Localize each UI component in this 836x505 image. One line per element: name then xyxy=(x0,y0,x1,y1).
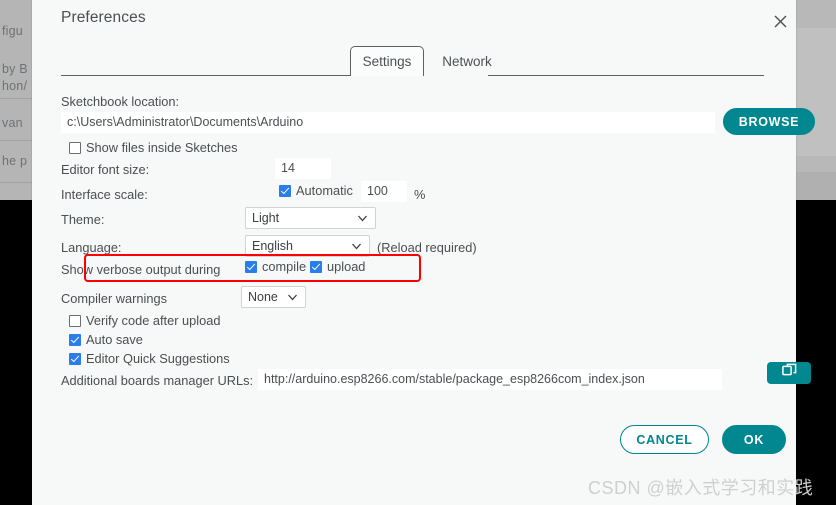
tab-baseline-left xyxy=(61,75,350,76)
editor-quick-suggestions-row[interactable]: Editor Quick Suggestions xyxy=(69,351,230,366)
preferences-dialog: Preferences Settings Network Sketchbook … xyxy=(32,0,815,505)
cancel-button-label: CANCEL xyxy=(636,432,693,447)
language-reload-note: (Reload required) xyxy=(377,240,477,255)
compiler-warnings-value: None xyxy=(248,290,278,304)
sketchbook-location-label: Sketchbook location: xyxy=(61,94,180,109)
verbose-compile-checkbox[interactable] xyxy=(245,260,257,273)
verbose-output-label: Show verbose output during xyxy=(61,262,221,277)
theme-label: Theme: xyxy=(61,212,105,227)
chevron-down-icon xyxy=(287,292,298,306)
auto-save-checkbox[interactable] xyxy=(69,333,81,346)
watermark: CSDN @嵌入式学习和实践 xyxy=(588,478,814,498)
additional-urls-edit-button[interactable] xyxy=(767,362,811,384)
compiler-warnings-label: Compiler warnings xyxy=(61,291,167,306)
background-panel-right-inner xyxy=(796,28,836,156)
auto-save-row[interactable]: Auto save xyxy=(69,332,143,347)
language-label: Language: xyxy=(61,240,122,255)
editor-quick-suggestions-label: Editor Quick Suggestions xyxy=(86,351,230,366)
theme-select[interactable]: Light xyxy=(245,207,376,229)
tab-network-label: Network xyxy=(442,54,492,69)
verbose-compile-row[interactable]: compile xyxy=(245,259,306,274)
background-panel-right-footer xyxy=(796,172,836,200)
ok-button[interactable]: OK xyxy=(722,425,786,454)
interface-scale-automatic-label: Automatic xyxy=(296,183,353,198)
background-text-line-2: by B xyxy=(2,62,28,76)
background-divider-3 xyxy=(0,182,32,183)
tab-settings-label: Settings xyxy=(362,54,412,69)
verbose-upload-checkbox[interactable] xyxy=(310,260,322,273)
browse-button-label: BROWSE xyxy=(738,114,800,129)
chevron-down-icon xyxy=(357,213,368,227)
background-text-line-5: he p xyxy=(2,154,28,168)
cancel-button[interactable]: CANCEL xyxy=(620,425,709,454)
background-text-line-1: figu xyxy=(2,24,23,38)
browse-button[interactable]: BROWSE xyxy=(723,108,815,135)
verbose-compile-label: compile xyxy=(262,259,307,274)
background-text-line-4: van xyxy=(2,116,23,130)
tab-settings[interactable]: Settings xyxy=(350,46,424,76)
tab-strip: Settings Network xyxy=(32,44,796,76)
additional-urls-input[interactable] xyxy=(258,369,722,390)
language-select-value: English xyxy=(252,239,293,253)
additional-urls-label: Additional boards manager URLs: xyxy=(61,373,254,388)
verbose-upload-row[interactable]: upload xyxy=(310,259,365,274)
verify-code-after-upload-label: Verify code after upload xyxy=(86,313,221,328)
background-divider-2 xyxy=(0,140,32,141)
editor-font-size-label: Editor font size: xyxy=(61,162,150,177)
verify-code-after-upload-checkbox[interactable] xyxy=(69,314,81,327)
editor-font-size-input[interactable] xyxy=(275,158,331,179)
interface-scale-value-input[interactable] xyxy=(361,181,407,202)
chevron-down-icon xyxy=(351,241,362,255)
interface-scale-unit-label: % xyxy=(414,187,426,202)
close-icon[interactable] xyxy=(767,8,793,34)
auto-save-label: Auto save xyxy=(86,332,143,347)
background-text-line-3: hon/ xyxy=(2,79,28,93)
show-files-inside-sketches-checkbox[interactable] xyxy=(69,141,81,154)
verify-code-after-upload-row[interactable]: Verify code after upload xyxy=(69,313,220,328)
background-divider-1 xyxy=(0,98,32,99)
tab-baseline-right xyxy=(488,75,764,76)
interface-scale-automatic-checkbox[interactable] xyxy=(279,184,291,197)
external-window-icon xyxy=(781,363,797,383)
verbose-upload-label: upload xyxy=(327,259,366,274)
tab-network[interactable]: Network xyxy=(428,46,506,76)
show-files-inside-sketches-row[interactable]: Show files inside Sketches xyxy=(69,140,238,155)
show-files-inside-sketches-label: Show files inside Sketches xyxy=(86,140,238,155)
page-title: Preferences xyxy=(61,9,146,26)
ok-button-label: OK xyxy=(743,432,765,447)
language-select[interactable]: English xyxy=(245,235,370,257)
dialog-title-bar: Preferences xyxy=(32,0,796,44)
editor-quick-suggestions-checkbox[interactable] xyxy=(69,352,81,365)
theme-select-value: Light xyxy=(252,211,280,225)
interface-scale-automatic-row[interactable]: Automatic xyxy=(279,183,353,198)
sketchbook-location-input[interactable] xyxy=(61,112,715,133)
interface-scale-label: Interface scale: xyxy=(61,187,148,202)
compiler-warnings-select[interactable]: None xyxy=(241,286,306,308)
